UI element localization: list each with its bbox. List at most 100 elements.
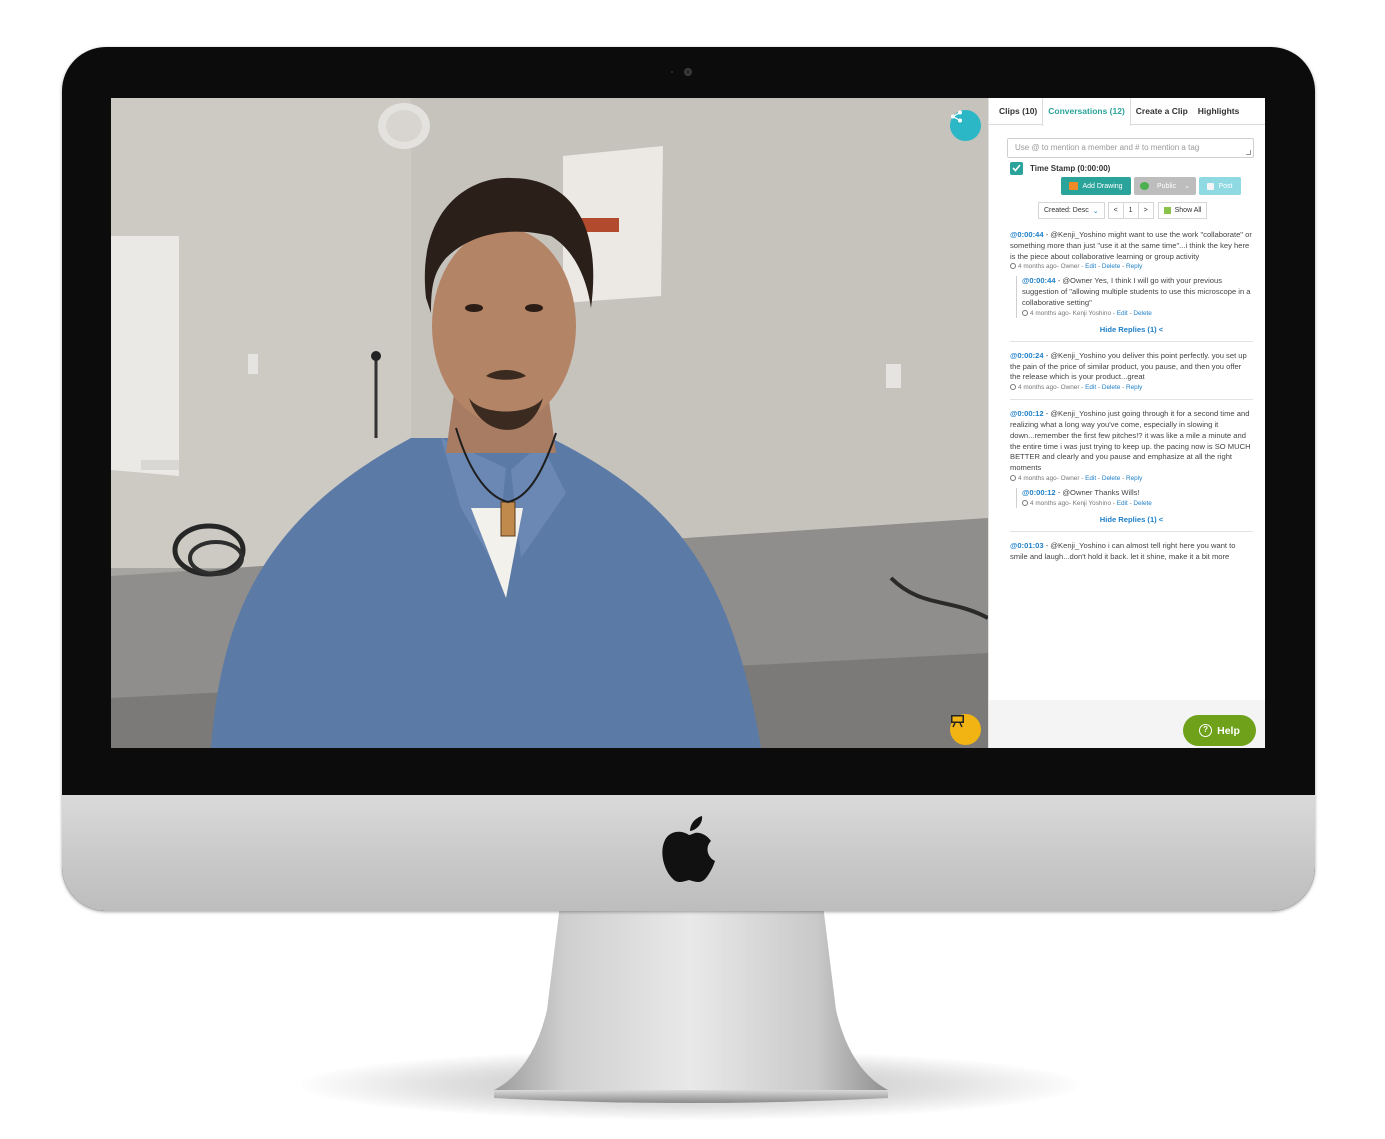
reply-item: @0:00:12 - @Owner Thanks Wills! 4 months… [1016, 487, 1253, 508]
drawing-icon [1069, 182, 1079, 190]
reply-item: @0:00:44 - @Owner Yes, I think I will go… [1016, 276, 1253, 318]
divider [1010, 530, 1253, 532]
show-all-label: Show All [1174, 207, 1202, 214]
delete-link[interactable]: Delete [1133, 500, 1151, 507]
reply-timestamp[interactable]: @0:00:12 [1022, 488, 1056, 497]
add-drawing-button[interactable]: Add Drawing [1061, 177, 1131, 195]
delete-link[interactable]: Delete [1102, 475, 1120, 482]
next-page-button[interactable]: > [1137, 202, 1154, 219]
edit-link[interactable]: Edit [1117, 500, 1128, 507]
current-page[interactable]: 1 [1122, 202, 1139, 219]
comment-meta-text: 4 months ago- Owner - [1018, 474, 1086, 482]
share-button[interactable] [950, 110, 981, 141]
reply-link[interactable]: Reply [1126, 475, 1142, 482]
reply-link[interactable]: Reply [1126, 263, 1142, 270]
reply-meta: 4 months ago- Kenji Yoshino - Edit - Del… [1022, 309, 1253, 318]
divider [1010, 340, 1253, 342]
comment-meta-text: 4 months ago- Owner - [1018, 263, 1086, 271]
post-button[interactable]: Post [1199, 177, 1241, 195]
tab-highlights[interactable]: Highlights [1193, 98, 1245, 125]
comment-meta: 4 months ago- Owner - Edit - Delete - Re… [1010, 383, 1253, 392]
timestamp-toggle[interactable]: Time Stamp (0:00:00) [1010, 161, 1110, 175]
comment-meta: 4 months ago- Owner - Edit - Delete - Re… [1010, 262, 1253, 271]
clock-icon [1010, 384, 1016, 391]
help-button[interactable]: ? Help [1183, 715, 1256, 746]
whiteboard-icon [951, 715, 964, 728]
composer-actions: Add Drawing Public ⌄ Post [1061, 177, 1241, 195]
tab-clips[interactable]: Clips (10) [989, 98, 1042, 125]
comment-item: @0:01:03 - @Kenji_Yoshino i can almost t… [1010, 541, 1253, 563]
video-frame [111, 98, 988, 748]
reply-timestamp[interactable]: @0:00:44 [1022, 276, 1056, 285]
hide-replies-link[interactable]: Hide Replies (1) < [1010, 515, 1253, 524]
chevron-down-icon: ⌄ [1092, 207, 1099, 215]
comment-meta-text: 4 months ago- Owner - [1018, 384, 1086, 392]
help-label: Help [1217, 724, 1240, 737]
check-icon [1012, 164, 1021, 172]
reply-text: - @Owner Thanks Wills! [1055, 487, 1140, 497]
clock-icon [1022, 309, 1028, 316]
camera-icon [684, 68, 692, 76]
panel-tabs: Clips (10) Conversations (12) Create a C… [989, 98, 1265, 126]
post-label: Post [1218, 182, 1233, 190]
comment-item: @0:00:44 - @Kenji_Yoshino might want to … [1010, 230, 1253, 262]
comment-timestamp[interactable]: @0:00:24 [1010, 351, 1044, 360]
add-drawing-label: Add Drawing [1082, 182, 1123, 190]
comment-text: - @Kenji_Yoshino might want to use the w… [1010, 230, 1252, 261]
pagination: < 1 > [1107, 202, 1154, 219]
product-mockup: Clips (10) Conversations (12) Create a C… [0, 0, 1385, 1139]
comment-meta: 4 months ago- Owner - Edit - Delete - Re… [1010, 474, 1253, 483]
help-icon: ? [1199, 724, 1213, 737]
tab-conversations[interactable]: Conversations (12) [1042, 98, 1131, 126]
tab-create-clip[interactable]: Create a Clip [1131, 98, 1193, 125]
show-all-button[interactable]: Show All [1157, 202, 1208, 219]
comment-timestamp[interactable]: @0:01:03 [1010, 541, 1044, 550]
reply-link[interactable]: Reply [1126, 384, 1142, 391]
whiteboard-button[interactable] [950, 714, 981, 745]
timestamp-checkbox[interactable] [1010, 161, 1023, 175]
chevron-down-icon: ⌄ [1184, 183, 1190, 190]
comment-timestamp[interactable]: @0:00:44 [1010, 230, 1044, 239]
edit-link[interactable]: Edit [1117, 310, 1128, 317]
video-player[interactable] [111, 98, 988, 748]
comment-text: - @Kenji_Yoshino just going through it f… [1010, 409, 1251, 473]
reply-meta-text: 4 months ago- Kenji Yoshino - [1030, 499, 1117, 507]
comment-text: - @Kenji_Yoshino you deliver this point … [1010, 350, 1247, 382]
edit-link[interactable]: Edit [1085, 384, 1096, 391]
conversation-panel: Clips (10) Conversations (12) Create a C… [988, 98, 1265, 748]
comment-text: - @Kenji_Yoshino i can almost tell right… [1010, 540, 1236, 561]
prev-page-button[interactable]: < [1107, 202, 1124, 219]
post-icon [1207, 182, 1215, 190]
resize-grip-icon[interactable] [1246, 150, 1251, 155]
reply-meta-text: 4 months ago- Kenji Yoshino - [1030, 309, 1117, 317]
visibility-value: Public [1157, 182, 1177, 190]
hide-replies-link[interactable]: Hide Replies (1) < [1010, 325, 1253, 334]
reply-text: - @Owner Yes, I think I will go with you… [1022, 276, 1251, 307]
globe-icon [1140, 182, 1149, 190]
edit-link[interactable]: Edit [1085, 475, 1096, 482]
comment-input-placeholder: Use @ to mention a member and # to menti… [1015, 143, 1200, 152]
clock-icon [1010, 474, 1016, 481]
comment-input[interactable]: Use @ to mention a member and # to menti… [1007, 138, 1254, 158]
delete-link[interactable]: Delete [1102, 384, 1120, 391]
list-controls: Created: Desc ⌄ < 1 > Show All [1038, 202, 1208, 219]
reply-meta: 4 months ago- Kenji Yoshino - Edit - Del… [1022, 499, 1253, 508]
comment-list: @0:00:44 - @Kenji_Yoshino might want to … [1010, 230, 1253, 562]
timestamp-label: Time Stamp (0:00:00) [1030, 163, 1111, 173]
show-all-icon [1163, 207, 1171, 214]
delete-link[interactable]: Delete [1102, 263, 1120, 270]
clock-icon [1022, 499, 1028, 506]
divider [1010, 399, 1253, 401]
comment-item: @0:00:24 - @Kenji_Yoshino you deliver th… [1010, 351, 1253, 383]
sensor-dot [671, 71, 673, 73]
apple-logo-icon [662, 816, 715, 882]
delete-link[interactable]: Delete [1133, 310, 1151, 317]
sort-value: Created: Desc [1044, 207, 1089, 214]
comment-item: @0:00:12 - @Kenji_Yoshino just going thr… [1010, 409, 1253, 474]
edit-link[interactable]: Edit [1085, 263, 1096, 270]
share-icon [951, 110, 962, 123]
visibility-select[interactable]: Public ⌄ [1134, 177, 1196, 195]
comment-timestamp[interactable]: @0:00:12 [1010, 409, 1044, 418]
sort-select[interactable]: Created: Desc ⌄ [1038, 202, 1105, 219]
screen: Clips (10) Conversations (12) Create a C… [111, 98, 1265, 748]
